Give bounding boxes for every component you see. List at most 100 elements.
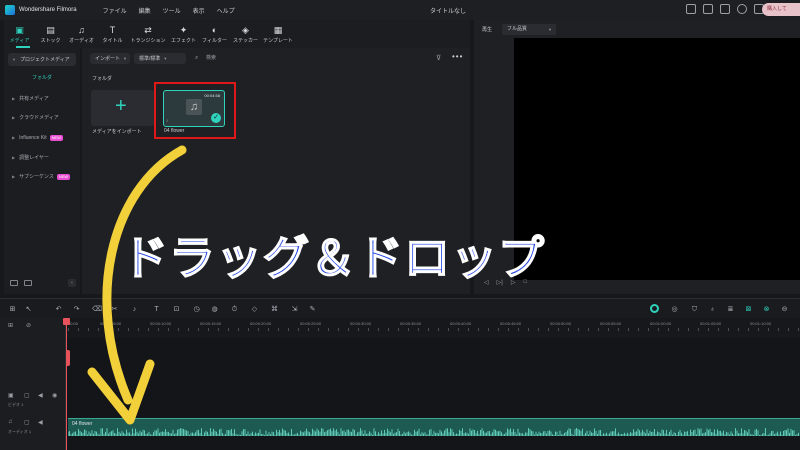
- menu-view[interactable]: 表示: [193, 6, 205, 15]
- ai-icon[interactable]: ✎: [308, 305, 317, 314]
- tab-transitions[interactable]: ⇄ トランジション: [128, 20, 168, 48]
- link-icon[interactable]: ⊗: [762, 305, 771, 314]
- ruler-tick: [428, 328, 429, 331]
- folder-track-icon[interactable]: ▢: [24, 392, 30, 399]
- sidebar-item-shared-media[interactable]: ▶ 共有メディア: [8, 92, 76, 105]
- ruler-tick: [588, 328, 589, 331]
- ruler-tick: [438, 328, 439, 331]
- playhead[interactable]: [66, 318, 67, 450]
- upgrade-button[interactable]: 購入して: [762, 3, 800, 16]
- speed-icon[interactable]: ◷: [192, 305, 201, 314]
- stabilize-icon[interactable]: ⌘: [270, 305, 279, 314]
- sort-dropdown[interactable]: 標準/標準 ▼: [134, 53, 186, 64]
- sidebar-item-cloud-media[interactable]: ▶ クラウドメディア: [8, 111, 76, 124]
- ruler-tick: [618, 328, 619, 331]
- text-icon[interactable]: T: [152, 305, 161, 314]
- filter-icon[interactable]: ⊽: [436, 54, 441, 62]
- playhead-marker[interactable]: [66, 350, 70, 366]
- search-input[interactable]: ⌕ 検索: [192, 53, 432, 64]
- new-folder-icon[interactable]: [10, 280, 18, 286]
- ruler-tick: [368, 328, 369, 331]
- tab-filters[interactable]: ◐ フィルター: [199, 20, 230, 48]
- redo-icon[interactable]: ↷: [72, 305, 81, 314]
- ruler-label: 00:01:00:00: [650, 321, 672, 326]
- color-icon[interactable]: ◍: [210, 305, 219, 314]
- record-icon[interactable]: ◎: [670, 305, 679, 314]
- caret-right-icon: ▶: [12, 174, 16, 179]
- tab-audio[interactable]: ♫ オーディオ: [66, 20, 97, 48]
- support-icon[interactable]: [737, 4, 747, 14]
- undo-icon[interactable]: ↶: [54, 305, 63, 314]
- link-track-icon[interactable]: ⊘: [26, 322, 31, 329]
- save-icon[interactable]: [703, 4, 713, 14]
- caret-right-icon: ▶: [12, 115, 16, 120]
- import-dropdown[interactable]: インポート ▼: [90, 53, 130, 64]
- ruler-tick: [788, 328, 789, 331]
- more-icon[interactable]: •••: [452, 52, 463, 61]
- ruler-label: 00:00:05:00: [100, 321, 122, 326]
- tab-titles[interactable]: T タイトル: [97, 20, 128, 48]
- monitor-icon[interactable]: [686, 4, 696, 14]
- menu-edit[interactable]: 編集: [139, 6, 151, 15]
- speaker-icon[interactable]: ◀: [38, 419, 43, 426]
- sidebar-item-influence-kit[interactable]: ▶ Influence Kit NEW: [8, 131, 76, 144]
- ruler-tick: [608, 328, 609, 331]
- ruler-tick: [378, 328, 379, 331]
- folder-label: フォルダ: [92, 76, 113, 82]
- plus-icon: +: [115, 95, 127, 117]
- speaker-icon[interactable]: ◀: [38, 392, 43, 399]
- sidebar-item-folder[interactable]: フォルダ: [8, 71, 76, 84]
- filter-icon: ◐: [211, 24, 218, 35]
- sidebar-item-adjustment-layer[interactable]: ▶ 調整レイヤー: [8, 151, 76, 164]
- zoom-out-icon[interactable]: ⊖: [780, 305, 789, 314]
- export-icon[interactable]: [720, 4, 730, 14]
- quality-dropdown[interactable]: フル品質 ▼: [502, 23, 557, 35]
- tab-effects[interactable]: ✦ エフェクト: [168, 20, 199, 48]
- playhead-handle[interactable]: [63, 318, 70, 325]
- mic-icon[interactable]: ♁: [708, 305, 717, 314]
- import-media-tile[interactable]: +: [91, 90, 154, 126]
- ruler-tick: [718, 328, 719, 331]
- ruler-label: 00:00:45:00: [500, 321, 522, 326]
- ruler-tick: [778, 328, 779, 331]
- timer-icon[interactable]: ⏱: [230, 305, 239, 314]
- delete-icon[interactable]: ⌫: [92, 305, 102, 314]
- ruler-label: 00:00:35:00: [400, 321, 422, 326]
- collapse-sidebar-icon[interactable]: ‹: [68, 279, 76, 287]
- list-icon[interactable]: ≣: [726, 305, 735, 314]
- snap-icon[interactable]: ⊠: [744, 305, 753, 314]
- split-icon[interactable]: ✂: [110, 305, 119, 314]
- tab-templates[interactable]: ▦ テンプレート: [261, 20, 295, 48]
- timeline-ruler[interactable]: 00:00 00:00:05:00 00:00:10:00 00:00:15:0…: [66, 318, 800, 338]
- titlebar-icons: [686, 4, 764, 14]
- ruler-tick: [298, 328, 299, 331]
- ruler-tick: [158, 328, 159, 331]
- transform-icon[interactable]: ⇲: [290, 305, 299, 314]
- ruler-tick: [388, 328, 389, 331]
- ruler-tick: [698, 328, 699, 331]
- keyframe-icon[interactable]: ◇: [250, 305, 259, 314]
- audio-icon[interactable]: ♪: [130, 305, 139, 314]
- folder-track-icon[interactable]: ▢: [24, 419, 30, 426]
- add-track-icon[interactable]: ⊞: [8, 322, 13, 329]
- sidebar-item-project-media[interactable]: ▼ プロジェクトメディア: [8, 53, 76, 66]
- render-icon[interactable]: [650, 304, 659, 313]
- audio-clip[interactable]: 04 flower: [68, 418, 800, 436]
- tab-media[interactable]: ▣ メディア: [4, 20, 35, 48]
- folder-icon[interactable]: [24, 280, 32, 286]
- sidebar-item-subsequence[interactable]: ▶ サブシーケンス NEW: [8, 170, 76, 183]
- tab-stock[interactable]: ▤ ストック: [35, 20, 66, 48]
- ruler-label: 00:00:25:00: [300, 321, 322, 326]
- eye-icon[interactable]: ◉: [52, 392, 57, 399]
- menu-file[interactable]: ファイル: [103, 6, 127, 15]
- ruler-tick: [128, 328, 129, 331]
- tab-stickers[interactable]: ◈ ステッカー: [230, 20, 261, 48]
- crop-icon[interactable]: ⊡: [172, 305, 181, 314]
- select-icon[interactable]: ↖: [24, 305, 33, 314]
- caret-right-icon: ▶: [12, 155, 16, 160]
- menu-help[interactable]: ヘルプ: [217, 6, 235, 15]
- ruler-label: 00:00:20:00: [250, 321, 272, 326]
- shield-icon[interactable]: ⛉: [690, 305, 699, 314]
- layout-icon[interactable]: ⊞: [8, 305, 17, 314]
- menu-tools[interactable]: ツール: [163, 6, 181, 15]
